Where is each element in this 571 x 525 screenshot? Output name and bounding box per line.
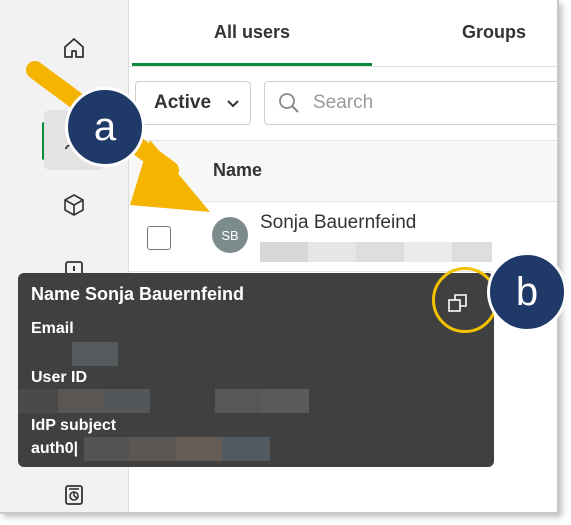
user-details-tooltip: Name Sonja Bauernfeind Email User ID IdP… bbox=[18, 273, 494, 467]
redacted-email-value bbox=[72, 342, 118, 366]
redacted-idp bbox=[176, 437, 222, 461]
redacted-idp bbox=[222, 437, 270, 461]
report-icon bbox=[65, 485, 83, 505]
tabs-divider bbox=[129, 66, 557, 67]
tab-groups[interactable]: Groups bbox=[429, 0, 557, 64]
redacted-userid bbox=[104, 389, 150, 413]
redacted-email bbox=[260, 242, 308, 262]
userid-label: User ID bbox=[31, 369, 88, 386]
idp-value-prefix: auth0| bbox=[31, 440, 79, 457]
cube-icon bbox=[64, 194, 84, 216]
row-checkbox[interactable] bbox=[147, 226, 171, 250]
redacted-email bbox=[308, 242, 356, 262]
sidebar-item-spaces[interactable] bbox=[44, 175, 104, 235]
callout-a: a bbox=[65, 87, 145, 167]
redacted-idp bbox=[84, 437, 130, 461]
sidebar-item-home[interactable] bbox=[44, 18, 104, 78]
idp-label: IdP subject bbox=[31, 417, 117, 434]
redacted-userid bbox=[215, 389, 261, 413]
status-filter-label: Active bbox=[154, 92, 212, 113]
search-icon bbox=[279, 93, 299, 113]
avatar: SB bbox=[212, 217, 248, 253]
email-label: Email bbox=[31, 320, 74, 337]
status-filter-dropdown[interactable]: Active bbox=[135, 81, 251, 125]
redacted-email bbox=[452, 242, 492, 262]
tab-all-users[interactable]: All users bbox=[132, 0, 372, 64]
home-icon bbox=[64, 38, 84, 58]
redacted-userid bbox=[58, 389, 104, 413]
select-all-checkbox[interactable] bbox=[147, 160, 171, 184]
redacted-idp bbox=[130, 437, 176, 461]
redacted-email bbox=[404, 242, 452, 262]
sidebar-item-reports[interactable] bbox=[44, 465, 104, 512]
chevron-down-icon bbox=[227, 100, 239, 108]
name-column-header[interactable]: Name bbox=[213, 160, 262, 181]
user-name[interactable]: Sonja Bauernfeind bbox=[260, 212, 416, 234]
redacted-userid bbox=[261, 389, 309, 413]
tooltip-title: Name Sonja Bauernfeind bbox=[31, 284, 245, 304]
search-placeholder: Search bbox=[313, 92, 374, 113]
table-header bbox=[129, 140, 557, 202]
redacted-userid bbox=[18, 389, 58, 413]
app-window: All users Groups Active Search Name SB S… bbox=[0, 0, 559, 514]
search-input[interactable]: Search bbox=[264, 81, 557, 125]
redacted-email bbox=[356, 242, 404, 262]
callout-b: b bbox=[487, 252, 567, 332]
